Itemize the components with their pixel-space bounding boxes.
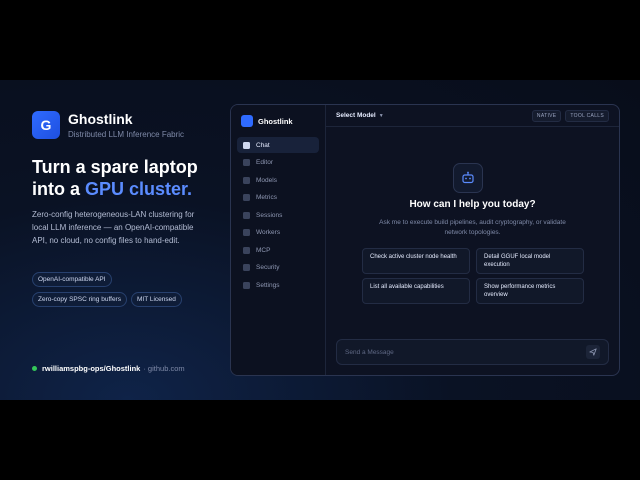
workers-icon bbox=[243, 229, 250, 236]
sidebar-item-editor[interactable]: Editor bbox=[237, 155, 319, 171]
metrics-icon bbox=[243, 194, 250, 201]
mcp-icon bbox=[243, 246, 250, 254]
sidebar-nav: Chat Editor Models Metrics Sessions Work… bbox=[231, 137, 325, 293]
robot-icon bbox=[453, 163, 483, 193]
suggestion-cards: Check active cluster node health Detail … bbox=[362, 248, 584, 304]
native-badge[interactable]: NATIVE bbox=[531, 109, 562, 122]
send-button[interactable] bbox=[586, 345, 600, 359]
headline-line1: Turn a spare laptop bbox=[32, 157, 198, 177]
suggestion-card[interactable]: Detail GGUF local model execution bbox=[476, 248, 584, 274]
chat-icon bbox=[243, 141, 250, 149]
repo-host: · github.com bbox=[143, 364, 185, 373]
security-icon bbox=[243, 264, 250, 271]
app-window: Ghostlink Chat Editor Models Metrics Ses… bbox=[230, 104, 620, 376]
sidebar-item-sessions[interactable]: Sessions bbox=[237, 207, 319, 223]
sidebar-item-metrics[interactable]: Metrics bbox=[237, 190, 319, 206]
brand-tagline: Distributed LLM Inference Fabric bbox=[68, 130, 185, 139]
status-dot-icon bbox=[32, 366, 37, 371]
brand-header: G Ghostlink Distributed LLM Inference Fa… bbox=[32, 111, 184, 139]
sidebar-item-label: Editor bbox=[256, 159, 273, 166]
suggestion-card[interactable]: Check active cluster node health bbox=[362, 248, 470, 274]
ghostlink-logo-icon: G bbox=[32, 111, 60, 139]
chat-topbar: Select Model ▼ NATIVE TOOL CALLS bbox=[326, 105, 619, 127]
sidebar-item-label: Metrics bbox=[256, 194, 277, 201]
headline-accent: GPU cluster. bbox=[85, 179, 193, 199]
message-composer bbox=[336, 339, 609, 365]
feature-tags: OpenAI-compatible API Zero-copy SPSC rin… bbox=[32, 272, 202, 307]
sidebar-brand: Ghostlink bbox=[231, 105, 325, 127]
sidebar-item-label: Workers bbox=[256, 229, 281, 236]
hero-headline: Turn a spare laptop into a GPU cluster. bbox=[32, 156, 222, 200]
sessions-icon bbox=[243, 211, 250, 219]
sidebar-item-chat[interactable]: Chat bbox=[237, 137, 319, 153]
model-select-dropdown[interactable]: Select Model ▼ bbox=[336, 112, 384, 119]
sidebar-item-label: Security bbox=[256, 264, 280, 271]
sidebar-item-label: Chat bbox=[256, 141, 270, 149]
hero-description: Zero-config heterogeneous-LAN clustering… bbox=[32, 210, 195, 245]
sidebar-item-models[interactable]: Models bbox=[237, 172, 319, 188]
feature-tag: MIT Licensed bbox=[130, 292, 182, 307]
brand-name: Ghostlink bbox=[68, 111, 133, 127]
ghostlink-logo-icon bbox=[241, 115, 253, 127]
suggestion-card[interactable]: List all available capabilities bbox=[362, 278, 470, 304]
sidebar-item-label: Sessions bbox=[256, 211, 283, 219]
tool-calls-badge[interactable]: TOOL CALLS bbox=[565, 109, 609, 122]
sidebar-item-label: MCP bbox=[256, 246, 271, 254]
sidebar-item-label: Settings bbox=[256, 281, 280, 289]
message-input[interactable] bbox=[345, 348, 586, 356]
repo-link[interactable]: rwilliamspbg-ops/Ghostlink · github.com bbox=[32, 364, 185, 373]
repo-name: rwilliamspbg-ops/Ghostlink bbox=[42, 364, 141, 373]
sidebar-item-mcp[interactable]: MCP bbox=[237, 242, 319, 258]
feature-tag: Zero-copy SPSC ring buffers bbox=[32, 292, 127, 307]
chevron-down-icon: ▼ bbox=[378, 112, 384, 119]
sidebar-title: Ghostlink bbox=[258, 116, 293, 126]
sidebar-item-label: Models bbox=[256, 176, 277, 184]
model-select-label: Select Model bbox=[336, 112, 376, 119]
editor-icon bbox=[243, 159, 250, 166]
chat-subtext: Ask me to execute build pipelines, audit… bbox=[379, 219, 566, 236]
sidebar-item-security[interactable]: Security bbox=[237, 260, 319, 276]
send-icon bbox=[589, 348, 597, 356]
chat-greeting: How can I help you today? bbox=[409, 199, 536, 210]
models-icon bbox=[243, 176, 250, 184]
sidebar-item-settings[interactable]: Settings bbox=[237, 277, 319, 293]
hero-banner: G Ghostlink Distributed LLM Inference Fa… bbox=[0, 80, 640, 400]
feature-tag: OpenAI-compatible API bbox=[32, 272, 112, 287]
sidebar-item-workers[interactable]: Workers bbox=[237, 225, 319, 241]
sidebar: Ghostlink Chat Editor Models Metrics Ses… bbox=[231, 105, 326, 375]
settings-icon bbox=[243, 281, 250, 289]
suggestion-card[interactable]: Show performance metrics overview bbox=[476, 278, 584, 304]
headline-prefix: into a bbox=[32, 179, 85, 199]
chat-panel: Select Model ▼ NATIVE TOOL CALLS How can… bbox=[326, 105, 619, 375]
